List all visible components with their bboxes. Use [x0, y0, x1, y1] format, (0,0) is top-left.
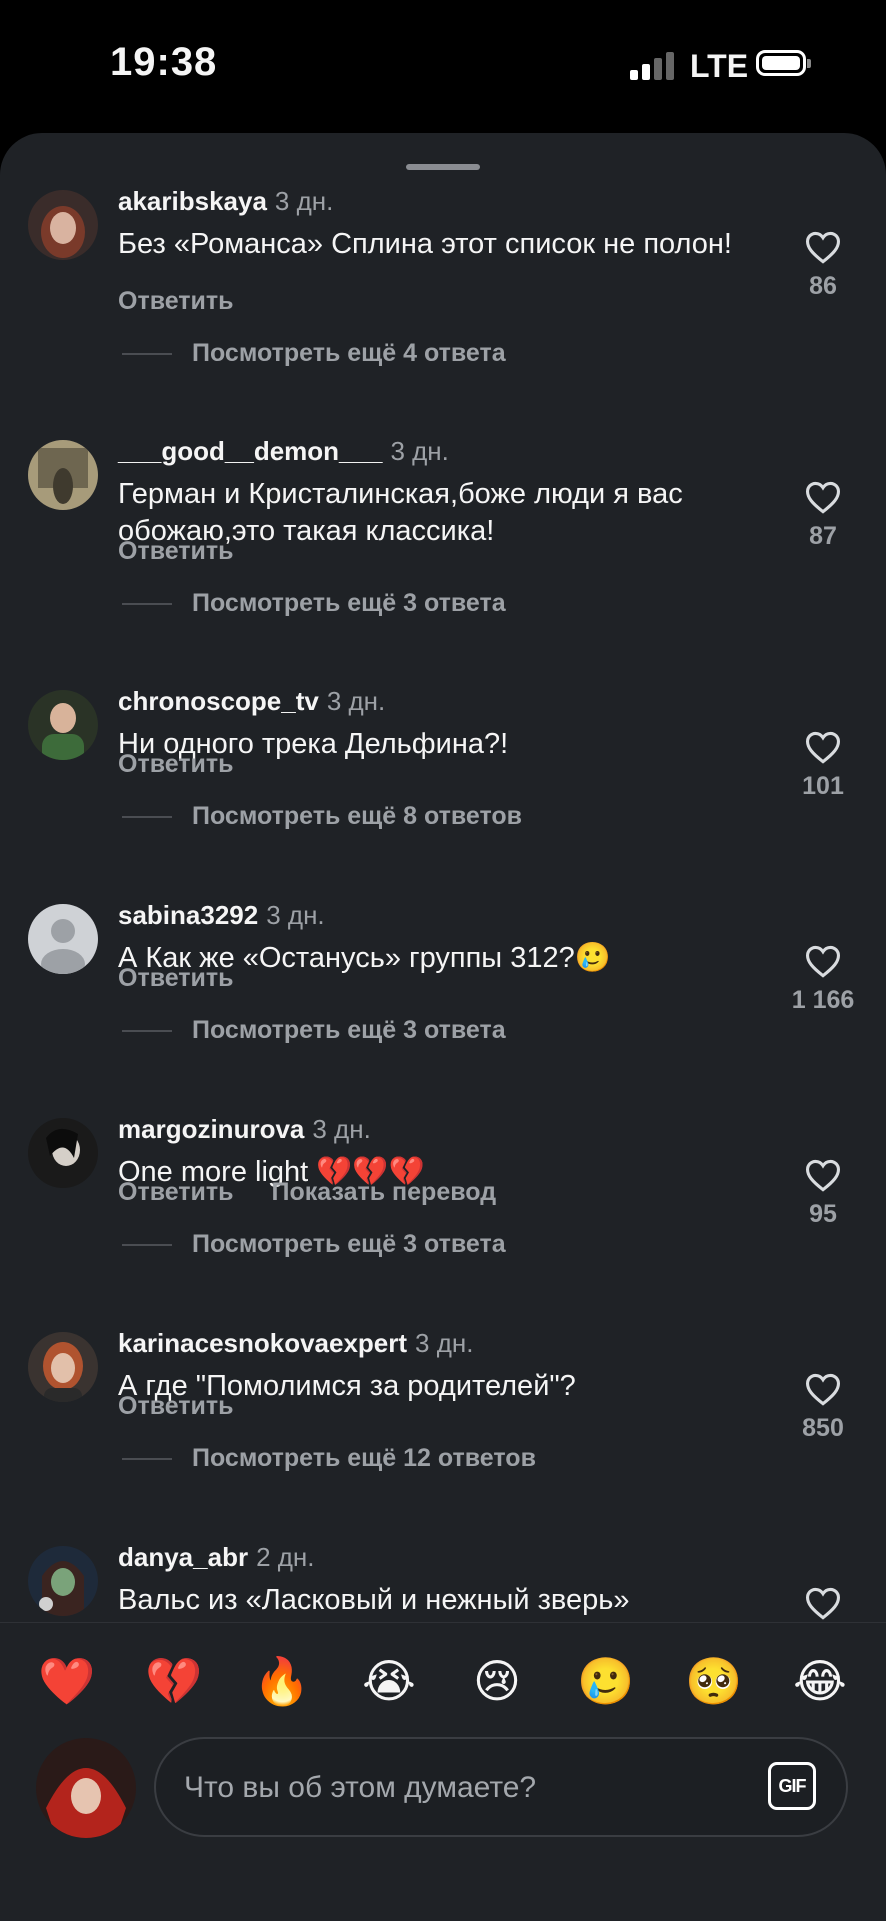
heart-outline-icon[interactable]	[804, 480, 842, 514]
username[interactable]: karinacesnokovaexpert	[118, 1328, 407, 1358]
heart-outline-icon[interactable]	[804, 1586, 842, 1620]
reply-button[interactable]: Ответить	[118, 287, 234, 315]
comment-item: margozinurova 3 дн. One more light 💔💔💔 От…	[0, 1114, 886, 1328]
avatar[interactable]	[28, 1118, 98, 1188]
signal-strength-icon	[630, 52, 674, 80]
like-control[interactable]: 1 166	[776, 944, 870, 1015]
avatar[interactable]	[28, 690, 98, 760]
reply-button[interactable]: Ответить	[118, 1178, 234, 1206]
comment-text: Вальс из «Ласковый и нежный зверь»	[118, 1584, 630, 1616]
like-count: 1 166	[791, 986, 855, 1014]
username[interactable]: akaribskaya	[118, 186, 267, 216]
username[interactable]: chronoscope_tv	[118, 686, 319, 716]
replies-divider	[122, 603, 172, 606]
emoji-pleading[interactable]: 🥺	[685, 1653, 742, 1709]
reply-button[interactable]: Ответить	[118, 964, 234, 992]
emoji-broken-heart[interactable]: 💔	[145, 1653, 202, 1709]
username[interactable]: danya_abr	[118, 1542, 248, 1572]
comment-composer: ❤️ 💔 🔥 😭 😢 🥲 🥺 😂 GIF	[0, 1622, 886, 1921]
heart-outline-icon[interactable]	[804, 1372, 842, 1406]
like-control[interactable]: 86	[788, 230, 858, 301]
view-replies-button[interactable]: Посмотреть ещё 4 ответа	[122, 339, 506, 368]
quick-reaction-bar: ❤️ 💔 🔥 😭 😢 🥲 🥺 😂	[0, 1623, 886, 1735]
replies-divider	[122, 353, 172, 356]
reply-button[interactable]: Ответить	[118, 1392, 234, 1420]
heart-outline-icon[interactable]	[804, 1158, 842, 1192]
current-user-avatar[interactable]	[36, 1738, 136, 1838]
heart-outline-icon[interactable]	[804, 730, 842, 764]
avatar[interactable]	[28, 440, 98, 510]
view-replies-button[interactable]: Посмотреть ещё 8 ответов	[122, 802, 522, 831]
replies-divider	[122, 1244, 172, 1247]
username[interactable]: ___good__demon___	[118, 436, 382, 466]
like-control[interactable]: 87	[788, 480, 858, 551]
view-replies-button[interactable]: Посмотреть ещё 3 ответа	[122, 1230, 506, 1259]
like-control[interactable]: 850	[788, 1372, 858, 1443]
like-control[interactable]: 101	[788, 730, 858, 801]
comment-time: 3 дн.	[326, 686, 386, 716]
status-bar: 19:38 LTE	[0, 0, 886, 130]
comment-time: 3 дн.	[415, 1328, 474, 1358]
comment-input[interactable]	[182, 1763, 726, 1813]
battery-icon	[756, 50, 811, 76]
comment-item: karinacesnokovaexpert 3 дн. А где "Помоли…	[0, 1328, 886, 1542]
like-count: 101	[802, 772, 844, 800]
view-replies-button[interactable]: Посмотреть ещё 3 ответа	[122, 589, 506, 618]
show-translation-button[interactable]: Показать перевод	[272, 1178, 497, 1206]
avatar[interactable]	[28, 904, 98, 974]
comment-item: akaribskaya 3 дн. Без «Романса» Сплина эт…	[0, 186, 886, 400]
view-replies-button[interactable]: Посмотреть ещё 12 ответов	[122, 1444, 536, 1473]
username[interactable]: margozinurova	[118, 1114, 304, 1144]
emoji-crying[interactable]: 😢	[469, 1653, 525, 1709]
heart-outline-icon[interactable]	[804, 944, 842, 978]
comment-input-box[interactable]: GIF	[154, 1737, 848, 1837]
gif-icon[interactable]: GIF	[768, 1762, 816, 1810]
comment-item: ___good__demon___ 3 дн. Герман и Кристали…	[0, 436, 886, 650]
view-replies-button[interactable]: Посмотреть ещё 3 ответа	[122, 1016, 506, 1045]
comment-text: Без «Романса» Сплина этот список не поло…	[118, 228, 732, 260]
reply-button[interactable]: Ответить	[118, 537, 234, 565]
avatar[interactable]	[28, 1332, 98, 1402]
comment-item: sabina3292 3 дн. А Как же «Останусь» груп…	[0, 900, 886, 1114]
emoji-tears-of-joy[interactable]: 😂	[792, 1653, 848, 1709]
replies-divider	[122, 1458, 172, 1461]
network-type: LTE	[690, 48, 749, 84]
avatar[interactable]	[28, 190, 98, 260]
like-control[interactable]	[788, 1586, 858, 1620]
like-control[interactable]: 95	[788, 1158, 858, 1229]
emoji-smiling-with-tear[interactable]: 🥲	[577, 1653, 634, 1709]
comment-time: 2 дн.	[256, 1542, 315, 1572]
avatar[interactable]	[28, 1546, 98, 1616]
sheet-grabber[interactable]	[406, 164, 480, 170]
comment-time: 3 дн.	[274, 186, 334, 216]
username[interactable]: sabina3292	[118, 900, 258, 930]
comment-time: 3 дн.	[390, 436, 449, 466]
like-count: 95	[809, 1200, 837, 1228]
comment-item: chronoscope_tv 3 дн. Ни одного трека Дель…	[0, 686, 886, 900]
status-time: 19:38	[110, 40, 218, 84]
reply-button[interactable]: Ответить	[118, 750, 234, 778]
replies-divider	[122, 1030, 172, 1033]
heart-outline-icon[interactable]	[804, 230, 842, 264]
replies-divider	[122, 816, 172, 819]
emoji-fire[interactable]: 🔥	[253, 1653, 310, 1709]
like-count: 86	[809, 272, 837, 300]
comment-time: 3 дн.	[312, 1114, 371, 1144]
emoji-loudly-crying[interactable]: 😭	[361, 1653, 417, 1709]
like-count: 87	[809, 522, 837, 550]
emoji-red-heart[interactable]: ❤️	[38, 1653, 95, 1709]
like-count: 850	[802, 1414, 844, 1442]
comment-time: 3 дн.	[266, 900, 325, 930]
